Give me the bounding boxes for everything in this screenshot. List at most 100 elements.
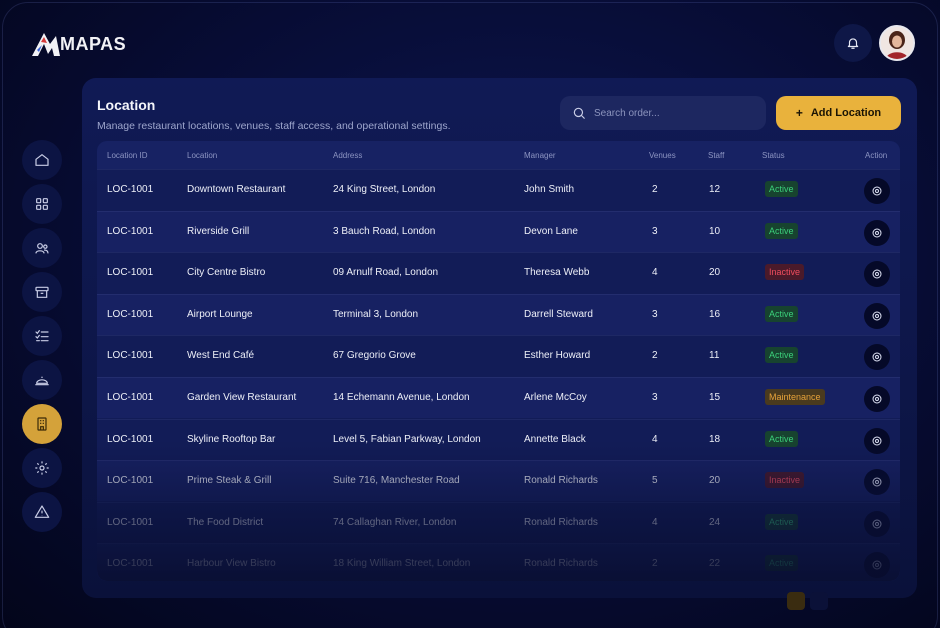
cell-location-id: LOC-1001 xyxy=(107,475,154,487)
add-location-label: Add Location xyxy=(810,107,882,119)
cell-address: Suite 716, Manchester Road xyxy=(333,475,460,487)
row-action-button[interactable] xyxy=(864,469,890,496)
app-logo[interactable]: MAPAS xyxy=(30,30,126,58)
row-action-button[interactable] xyxy=(864,344,890,371)
col-address[interactable]: Address xyxy=(333,151,362,160)
sidebar-item-dashboard[interactable] xyxy=(22,184,62,224)
sidebar-item-settings[interactable] xyxy=(22,448,62,488)
cell-manager: Arlene McCoy xyxy=(524,392,587,403)
cell-venues: 4 xyxy=(652,267,658,279)
cell-location-id: LOC-1001 xyxy=(107,184,154,195)
cell-location: Riverside Grill xyxy=(187,225,250,237)
table-row[interactable]: LOC-1001 Prime Steak & Grill Suite 716, Ma… xyxy=(97,460,900,502)
view-icon xyxy=(872,477,882,487)
row-action-button[interactable] xyxy=(864,552,890,579)
col-action: Action xyxy=(865,151,888,160)
cell-manager: Ronald Richards xyxy=(524,475,598,487)
row-action-button[interactable] xyxy=(864,178,890,204)
table-row[interactable]: LOC-1001 Garden View Restaurant 14 Echeman… xyxy=(97,377,900,418)
cell-staff: 12 xyxy=(709,184,721,195)
cell-location-id: LOC-1001 xyxy=(107,308,154,320)
cell-location: City Centre Bistro xyxy=(187,267,266,279)
cell-venues: 3 xyxy=(652,308,658,320)
status-badge: Active xyxy=(765,347,798,364)
view-icon xyxy=(872,436,882,446)
cell-location: Downtown Restaurant xyxy=(187,184,286,195)
logo-mark-icon xyxy=(32,33,60,56)
view-icon xyxy=(872,519,882,529)
pager-current[interactable] xyxy=(787,592,805,610)
status-badge: Inactive xyxy=(765,472,805,489)
sidebar-item-menu[interactable] xyxy=(22,360,62,400)
cell-staff: 10 xyxy=(709,225,721,237)
search-icon xyxy=(573,107,585,119)
table-row[interactable]: LOC-1001 Downtown Restaurant 24 King Stree… xyxy=(97,169,900,210)
status-badge: Active xyxy=(765,555,798,572)
col-manager[interactable]: Manager xyxy=(524,151,556,160)
sidebar-item-inventory[interactable] xyxy=(22,272,62,312)
table-row[interactable]: LOC-1001 Skyline Rooftop Bar Level 5, Fabi… xyxy=(97,418,900,460)
sidebar-item-alerts[interactable] xyxy=(22,492,62,532)
row-action-button[interactable] xyxy=(864,386,890,412)
checklist-icon xyxy=(35,330,49,342)
col-status[interactable]: Status xyxy=(762,151,785,160)
cell-manager: John Smith xyxy=(524,184,575,195)
cell-staff: 20 xyxy=(709,475,721,487)
sidebar-item-tasks[interactable] xyxy=(22,316,62,356)
status-badge: Active xyxy=(765,430,798,447)
cell-manager: Ronald Richards xyxy=(524,516,598,528)
sidebar-item-location[interactable] xyxy=(22,404,62,444)
cell-venues: 2 xyxy=(652,184,658,195)
cell-venues: 5 xyxy=(652,475,658,487)
cell-manager: Annette Black xyxy=(524,433,586,445)
cell-manager: Darrell Steward xyxy=(524,308,593,320)
row-action-button[interactable] xyxy=(864,510,890,537)
sidebar-item-home[interactable] xyxy=(22,140,62,180)
cell-address: 3 Bauch Road, London xyxy=(333,225,436,237)
building-icon xyxy=(37,417,47,431)
view-icon xyxy=(872,560,882,570)
pager-next[interactable] xyxy=(810,592,828,610)
app-window: MAPAS Location Manage restaurant locatio… xyxy=(0,0,940,628)
table-row[interactable]: LOC-1001 West End Café 67 Gregorio Grove Es… xyxy=(97,335,900,376)
cell-manager: Esther Howard xyxy=(524,350,591,362)
cell-venues: 3 xyxy=(652,392,658,403)
cell-manager: Ronald Richards xyxy=(524,558,598,570)
view-icon xyxy=(872,228,882,238)
cell-address: Terminal 3, London xyxy=(333,308,419,320)
row-action-button[interactable] xyxy=(864,261,890,288)
notifications-button[interactable] xyxy=(834,24,872,62)
table-row[interactable]: LOC-1001 City Centre Bistro 09 Arnulf Road… xyxy=(97,252,900,293)
cell-manager: Devon Lane xyxy=(524,225,578,237)
col-location-id[interactable]: Location ID xyxy=(107,151,147,160)
cell-address: 67 Gregorio Grove xyxy=(333,350,416,362)
row-action-button[interactable] xyxy=(864,219,890,246)
cloche-icon xyxy=(35,376,49,386)
table-row[interactable]: LOC-1001 The Food District 74 Callaghan Ri… xyxy=(97,501,900,543)
box-icon xyxy=(35,286,49,298)
cell-manager: Theresa Webb xyxy=(524,267,590,279)
search-input[interactable]: Search order... xyxy=(560,96,766,130)
user-avatar[interactable] xyxy=(879,25,915,61)
cell-location-id: LOC-1001 xyxy=(107,392,154,403)
cell-venues: 4 xyxy=(652,433,658,445)
status-badge: Active xyxy=(765,181,798,197)
cell-location: Airport Lounge xyxy=(187,308,253,320)
add-location-button[interactable]: + Add Location xyxy=(776,96,901,130)
row-action-button[interactable] xyxy=(864,302,890,329)
col-staff[interactable]: Staff xyxy=(708,151,724,160)
cell-staff: 18 xyxy=(709,433,721,445)
table-row[interactable]: LOC-1001 Riverside Grill 3 Bauch Road, Lon… xyxy=(97,210,900,252)
home-icon xyxy=(35,154,49,166)
table-row[interactable]: LOC-1001 Airport Lounge Terminal 3, London… xyxy=(97,293,900,335)
col-location[interactable]: Location xyxy=(187,151,217,160)
cell-address: 74 Callaghan River, London xyxy=(333,516,457,528)
row-action-button[interactable] xyxy=(864,427,890,454)
view-icon xyxy=(872,186,882,196)
sidebar-item-users[interactable] xyxy=(22,228,62,268)
table-row[interactable]: LOC-1001 Harbour View Bistro 18 King Willi… xyxy=(97,543,900,581)
table-header: Location ID Location Address Manager Ven… xyxy=(97,141,900,169)
status-badge: Active xyxy=(765,305,798,322)
cell-location: Garden View Restaurant xyxy=(187,392,297,403)
col-venues[interactable]: Venues xyxy=(649,151,676,160)
